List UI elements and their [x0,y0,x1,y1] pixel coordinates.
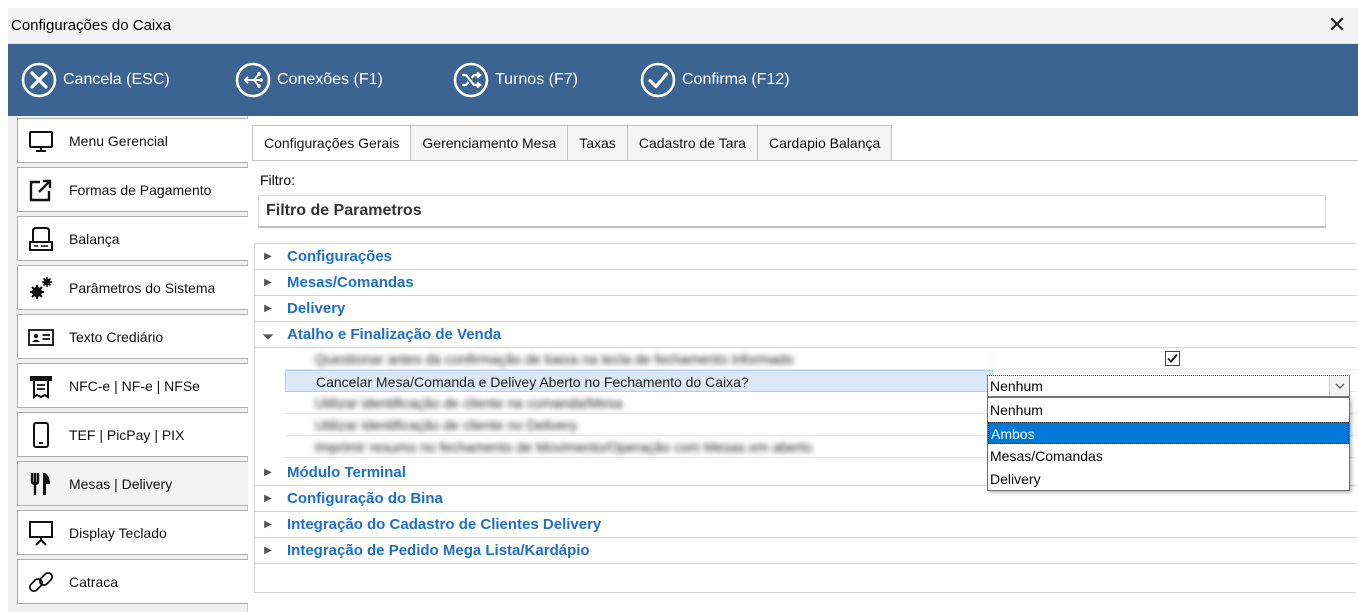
expand-arrow-icon[interactable]: ▶ [262,467,274,478]
sidebar-item-label: Parâmetros do Sistema [69,279,216,296]
fork-knife-icon [27,470,55,498]
expand-arrow-icon[interactable]: ▶ [262,519,274,530]
tab-bar: Configurações Gerais Gerenciamento Mesa … [252,125,893,161]
sidebar-item-label: Formas de Pagamento [69,181,212,198]
sidebar-item-label: TEF | PicPay | PIX [69,426,185,443]
group-label: Mesas/Comandas [287,274,414,291]
sidebar-item-label: Texto Crediário [69,328,164,345]
cancel-button-label: Cancela (ESC) [63,71,170,88]
cancel-option-select[interactable]: Nenhum [987,375,1350,397]
tab-taxas[interactable]: Taxas [568,125,628,161]
sidebar-item-label: Menu Gerencial [69,132,168,149]
param-label: Imprimir resumo no fechamento de Movimen… [285,436,993,458]
group-label: Integração do Cadastro de Clientes Deliv… [287,516,602,533]
tab-cadastro-tara[interactable]: Cadastro de Tara [627,125,758,161]
connections-button[interactable]: Conexões (F1) [234,61,383,99]
sidebar-item-catraca[interactable]: Catraca [17,559,252,604]
title-bar: Configurações do Caixa ✕ [8,8,1358,44]
sidebar-item-display-teclado[interactable]: Display Teclado [17,510,252,555]
select-option-ambos[interactable]: Ambos [988,422,1349,444]
checkmark-icon [1167,353,1178,363]
sidebar-item-mesas-delivery[interactable]: Mesas | Delivery [17,461,252,506]
tab-configuracoes-gerais[interactable]: Configurações Gerais [252,125,412,161]
select-option-delivery[interactable]: Delivery [988,468,1349,490]
sidebar-item-label: Balança [69,230,120,247]
toolbar: Cancela (ESC) Conexões (F1) Turnos (F7) … [8,44,1358,116]
tab-divider [252,160,1358,161]
sidebar-item-texto-crediario[interactable]: Texto Crediário [17,314,252,359]
cancel-circle-icon [21,62,57,98]
param-label: Utilizar identificação de cliente no Del… [285,414,993,436]
group-label: Configuração do Bina [287,490,443,507]
filter-label: Filtro: [260,172,295,188]
sidebar-item-label: NFC-e | NF-e | NFSe [69,377,200,394]
sidebar-item-nfce[interactable]: NFC-e | NF-e | NFSe [17,363,252,408]
param-label: Cancelar Mesa/Comanda e Delivey Aberto n… [285,370,993,392]
expand-arrow-icon[interactable]: ▶ [262,277,274,288]
expand-arrow-icon[interactable]: ▶ [262,303,274,314]
filter-input[interactable]: Filtro de Parametros [258,195,1326,228]
group-mesas-comandas[interactable]: ▶ Mesas/Comandas [255,270,1357,296]
chain-link-icon [27,568,55,596]
shifts-button[interactable]: Turnos (F7) [452,61,578,99]
group-integracao-pedido[interactable]: ▶ Integração de Pedido Mega Lista/Kardáp… [255,538,1357,564]
param-label: Utilizar identificação de cliente na com… [285,392,993,414]
select-option-nenhum[interactable]: Nenhum [988,399,1349,421]
group-label: Integração de Pedido Mega Lista/Kardápio [287,542,590,559]
main-panel: Configurações Gerais Gerenciamento Mesa … [248,116,1358,612]
shuffle-icon [453,62,489,98]
group-label: Atalho e Finalização de Venda [287,326,502,343]
group-delivery[interactable]: ▶ Delivery [255,296,1357,322]
cancel-button[interactable]: Cancela (ESC) [20,61,170,99]
expand-arrow-icon[interactable]: ▶ [262,493,274,504]
smartphone-icon [27,421,55,449]
sidebar-item-formas-pagamento[interactable]: Formas de Pagamento [17,167,252,212]
window-title: Configurações do Caixa [11,17,172,34]
sidebar-item-menu-gerencial[interactable]: Menu Gerencial [17,118,252,163]
chevron-down-icon[interactable] [1329,376,1349,396]
select-option-mesas-comandas[interactable]: Mesas/Comandas [988,445,1349,467]
param-row[interactable]: Questionar antes da confirmação de baixa… [285,348,1357,370]
scale-icon [27,225,55,253]
close-icon[interactable]: ✕ [1324,12,1350,38]
check-circle-icon [640,62,676,98]
sidebar-item-parametros-sistema[interactable]: Parâmetros do Sistema [17,265,252,310]
shifts-button-label: Turnos (F7) [495,71,578,88]
presentation-display-icon [27,519,55,547]
confirm-button[interactable]: Confirma (F12) [639,61,790,99]
connections-icon [235,62,271,98]
tab-cardapio-balanca[interactable]: Cardapio Balança [757,125,893,161]
sidebar-item-label: Display Teclado [69,524,167,541]
sidebar-item-balanca[interactable]: Balança [17,216,252,261]
select-dropdown-list: Nenhum Ambos Mesas/Comandas Delivery [987,397,1350,491]
sidebar-item-label: Catraca [69,573,119,590]
expand-arrow-icon[interactable]: ▶ [262,545,274,556]
sidebar-item-tef[interactable]: TEF | PicPay | PIX [17,412,252,457]
gears-icon [27,274,55,302]
param-checkbox[interactable] [1165,351,1180,366]
connections-button-label: Conexões (F1) [277,71,383,88]
monitor-icon [27,127,55,155]
group-atalho-finalizacao[interactable]: ◢ Atalho e Finalização de Venda [255,322,1357,348]
group-label: Delivery [287,300,346,317]
group-label: Configurações [287,248,393,265]
id-card-icon [27,323,55,351]
sidebar: Menu Gerencial Formas de Pagamento Balan… [8,116,252,612]
receipt-printer-icon [27,372,55,400]
group-configuracoes[interactable]: ▶ Configurações [255,244,1357,270]
collapse-arrow-icon[interactable]: ◢ [260,326,276,342]
confirm-button-label: Confirma (F12) [682,71,790,88]
group-label: Módulo Terminal [287,464,406,481]
group-integracao-clientes[interactable]: ▶ Integração do Cadastro de Clientes Del… [255,512,1357,538]
select-value: Nenhum [990,378,1043,394]
external-link-icon [27,176,55,204]
param-label: Questionar antes da confirmação de baixa… [285,348,993,370]
expand-arrow-icon[interactable]: ▶ [262,251,274,262]
sidebar-item-label: Mesas | Delivery [69,475,173,492]
tab-gerenciamento-mesa[interactable]: Gerenciamento Mesa [411,125,569,161]
